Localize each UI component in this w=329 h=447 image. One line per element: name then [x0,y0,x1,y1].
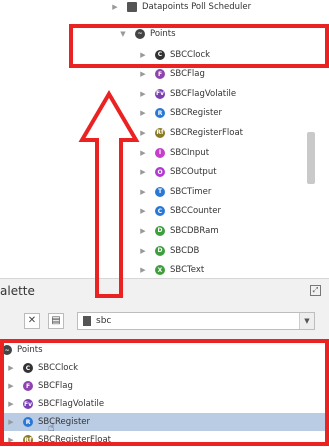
point-type-icon: I [155,147,165,158]
tree-row-sbctext[interactable]: ▶ X SBCText [138,262,204,278]
module-icon [83,316,91,326]
palette-header: alette ⤢ [0,279,329,307]
tree-row-sbccounter[interactable]: ▶ C SBCCounter [138,203,221,220]
tree-item-label: SBCDBRam [170,225,219,236]
maximize-icon[interactable]: ⤢ [310,285,321,296]
tree-item-label: SBCText [170,265,205,276]
tree-row-sbcdbram[interactable]: ▶ D SBCDBRam [138,222,219,239]
point-type-icon: Rf [155,127,165,138]
tree-item-label: SBCDB [170,245,200,256]
module-filter-field[interactable]: ▼ [77,312,315,330]
point-type-icon: X [155,265,165,276]
open-palette-icon[interactable]: ▤ [48,313,64,329]
highlight-box-palette [0,339,329,446]
scheduler-icon [127,1,137,12]
palette-toolbar: ✕ ▤ ▼ [0,309,329,335]
point-type-icon: C [155,206,165,217]
point-type-icon: D [155,225,165,236]
tree-item-label: SBCFlagVolatile [170,88,237,99]
tree-row-sbcinput[interactable]: ▶ I SBCInput [138,144,209,161]
tree-row-sbcregisterfloat[interactable]: ▶ Rf SBCRegisterFloat [138,124,243,141]
tree-row-sbcflag[interactable]: ▶ F SBCFlag [138,66,205,83]
tree-row-sbctimer[interactable]: ▶ T SBCTimer [138,183,211,200]
tree-row-sbcoutput[interactable]: ▶ O SBCOutput [138,164,217,181]
point-type-icon: O [155,167,165,178]
point-type-icon: Fv [155,88,165,99]
tree-item-label: SBCInput [170,147,210,158]
tree-row-sbcregister[interactable]: ▶ R SBCRegister [138,105,222,122]
tree-row-sbcdb[interactable]: ▶ D SBCDB [138,242,199,259]
tree-item-label: SBCOutput [170,167,217,178]
module-filter-input[interactable] [96,316,276,326]
tree-item-label: SBCCounter [170,206,221,217]
tree-item-label: Datapoints Poll Scheduler [142,1,252,12]
point-type-icon: F [155,69,165,80]
expand-arrow-icon[interactable]: ▶ [110,3,120,11]
tree-scrollbar-thumb[interactable] [307,132,315,184]
tree-row-sbcflagvolatile[interactable]: ▶ Fv SBCFlagVolatile [138,85,236,102]
up-arrow-annotation [78,90,140,298]
tree-item-label: SBCRegister [170,108,223,119]
expand-arrow-icon[interactable]: ▶ [138,70,148,78]
highlight-box-points [69,24,329,68]
chevron-down-icon[interactable]: ▼ [299,313,314,329]
tree-item-label: SBCTimer [170,186,212,197]
tree-row-poll-scheduler[interactable]: ▶ Datapoints Poll Scheduler [110,0,251,15]
close-palette-icon[interactable]: ✕ [24,313,40,329]
point-type-icon: T [155,186,165,197]
tree-item-label: SBCRegisterFloat [170,127,244,138]
point-type-icon: D [155,245,165,256]
point-type-icon: R [155,108,165,119]
tree-item-label: SBCFlag [170,69,205,80]
palette-title: alette [0,284,35,298]
